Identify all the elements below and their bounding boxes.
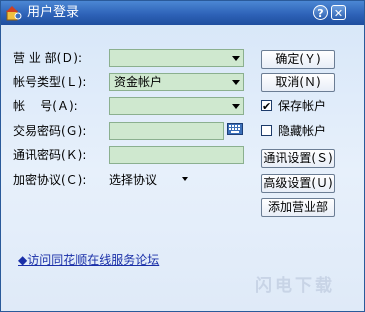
chevron-down-icon[interactable] [232,104,240,109]
chevron-down-icon[interactable] [232,80,240,85]
branch-combobox[interactable] [109,49,244,67]
close-button[interactable]: ✕ [331,5,346,20]
account-combobox[interactable] [109,97,244,115]
trade-password-label: 交易密码(Ｇ): [13,124,87,138]
keyboard-icon[interactable] [227,123,243,135]
account-type-value: 资金帐户 [114,75,163,89]
advanced-settings-button[interactable]: 高级设置(Ｕ) [261,174,335,193]
encryption-label: 加密协议(Ｃ): [13,173,87,187]
comm-settings-button[interactable]: 通讯设置(Ｓ) [261,149,335,168]
title-bar[interactable]: 用户登录 ? ✕ [1,1,364,25]
trade-password-input[interactable] [109,122,224,140]
help-button[interactable]: ? [313,5,328,20]
encryption-select[interactable]: 选择协议 [109,171,157,189]
account-label: 帐 号(Ａ): [13,99,78,113]
cancel-button[interactable]: 取消(Ｎ) [261,73,335,92]
ok-button[interactable]: 确定(Ｙ) [261,50,335,69]
add-branch-button[interactable]: 添加营业部 [261,198,335,217]
watermark-text: 闪电下载 [255,276,335,296]
account-type-label: 帐号类型(Ｌ): [13,75,87,89]
forum-link[interactable]: ◆访问同花顺在线服务论坛 [18,251,159,268]
chevron-down-icon[interactable] [232,56,240,61]
app-logo-icon [6,6,22,21]
window-title: 用户登录 [27,5,80,20]
account-type-combobox[interactable]: 资金帐户 [109,73,244,91]
save-account-label: 保存帐户 [278,99,327,113]
chevron-down-icon[interactable] [182,177,188,181]
login-window: 用户登录 ? ✕ 营 业 部(Ｄ): 帐号类型(Ｌ): 帐 号(Ａ): 交易密码… [0,0,365,312]
checkmark-icon: ✔ [262,100,272,113]
comm-password-input[interactable] [109,146,244,164]
checkbox-box[interactable]: ✔ [261,100,272,113]
comm-password-label: 通讯密码(Ｋ): [13,148,87,162]
checkbox-box[interactable] [261,125,272,136]
hide-account-label: 隐藏帐户 [278,124,327,138]
branch-label: 营 业 部(Ｄ): [13,51,83,65]
